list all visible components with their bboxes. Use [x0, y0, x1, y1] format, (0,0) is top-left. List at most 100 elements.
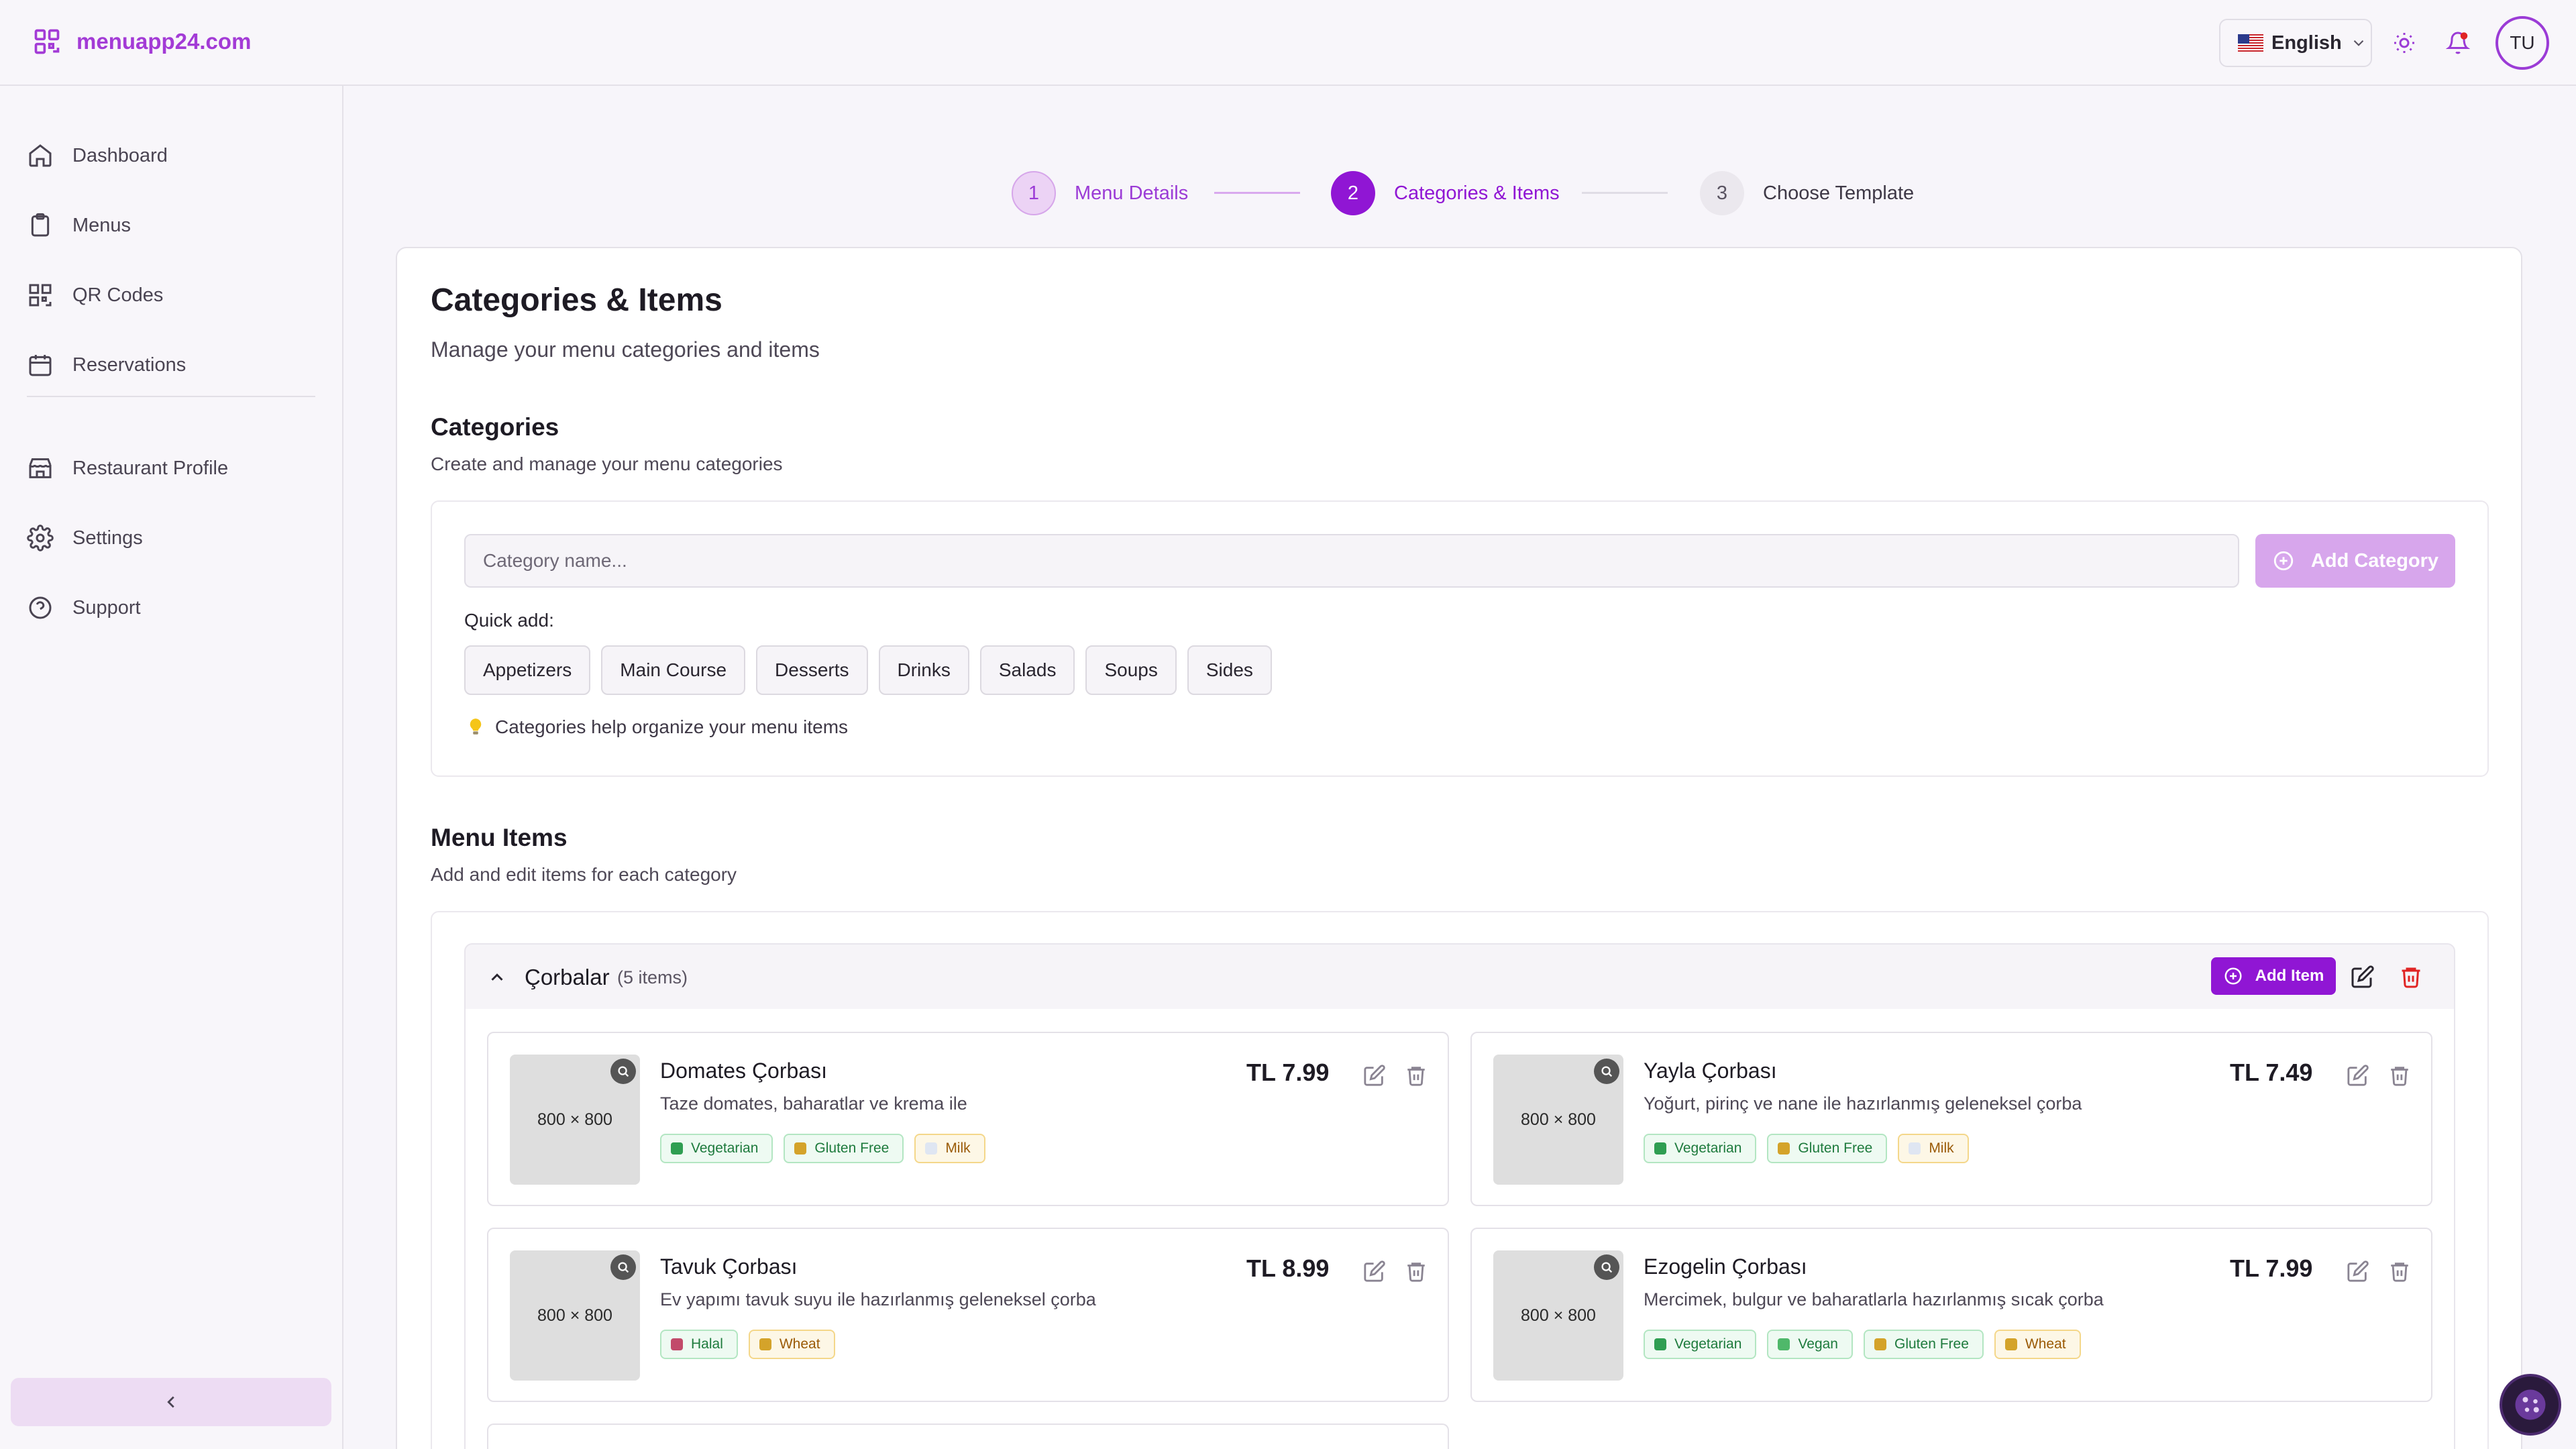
edit-icon[interactable] — [1363, 1260, 1386, 1283]
add-item-label: Add Item — [2255, 967, 2324, 985]
item-tags: Vegetarian Gluten Free Milk — [1644, 1134, 1969, 1163]
category-name-input[interactable] — [464, 534, 2239, 588]
tag-vegetarian: Vegetarian — [1644, 1330, 1757, 1359]
sidebar-collapse-button[interactable] — [11, 1378, 331, 1426]
menu-item-card[interactable]: 800 × 800 Tavuk Çorbası Ev yapımı tavuk … — [487, 1228, 1449, 1402]
chevron-up-icon[interactable] — [487, 967, 507, 987]
menu-item-card[interactable]: 800 × 800 Yayla Çorbası Yoğurt, pirinç v… — [1470, 1032, 2432, 1206]
halal-icon — [671, 1338, 683, 1350]
menu-items-subtitle: Add and edit items for each category — [431, 864, 737, 885]
logo[interactable]: menuapp24.com — [32, 27, 251, 56]
item-tags: Vegetarian Gluten Free Milk — [660, 1134, 985, 1163]
page-subtitle: Manage your menu categories and items — [431, 337, 820, 362]
theme-toggle[interactable] — [2390, 28, 2419, 58]
quick-add-sides[interactable]: Sides — [1187, 645, 1272, 695]
item-image-placeholder[interactable]: 800 × 800 — [1493, 1250, 1623, 1381]
menu-item-card[interactable]: 800 × 800 Domates Çorbası Taze domates, … — [487, 1032, 1449, 1206]
sidebar-item-label: Settings — [72, 527, 143, 549]
step-menu-details[interactable]: 1 Menu Details — [1012, 170, 1188, 216]
step-connector — [1214, 192, 1300, 194]
notifications-button[interactable] — [2443, 28, 2473, 58]
language-select[interactable]: English — [2219, 19, 2372, 67]
tag-label: Milk — [1929, 1140, 1954, 1156]
item-description: Yoğurt, pirinç ve nane ile hazırlanmış g… — [1644, 1093, 2082, 1114]
sprout-icon — [1778, 1338, 1790, 1350]
tag-label: Halal — [691, 1336, 723, 1352]
sidebar-item-label: Restaurant Profile — [72, 457, 229, 479]
zoom-icon[interactable] — [610, 1254, 636, 1280]
tag-label: Gluten Free — [1894, 1336, 1969, 1352]
category-group-header[interactable] — [464, 943, 2455, 1010]
zoom-icon[interactable] — [1594, 1254, 1619, 1280]
category-item-count: (5 items) — [617, 967, 688, 987]
trash-icon[interactable] — [1405, 1260, 1428, 1283]
wheat-icon — [794, 1142, 807, 1155]
menu-item-card[interactable] — [487, 1424, 1449, 1449]
sidebar-item-qr-codes[interactable]: QR Codes — [27, 275, 163, 315]
home-icon — [29, 144, 52, 167]
tag-gluten-free: Gluten Free — [1864, 1330, 1984, 1359]
quick-add-desserts[interactable]: Desserts — [756, 645, 868, 695]
quick-add-soups[interactable]: Soups — [1085, 645, 1177, 695]
help-circle-icon — [29, 596, 52, 619]
avatar[interactable]: TU — [2496, 16, 2549, 70]
tag-gluten-free: Gluten Free — [784, 1134, 904, 1163]
quick-add-label: Quick add: — [464, 610, 554, 631]
edit-category-icon[interactable] — [2351, 965, 2375, 989]
step-label: Choose Template — [1763, 182, 1915, 204]
tag-label: Wheat — [779, 1336, 820, 1352]
trash-icon[interactable] — [2388, 1260, 2411, 1283]
item-image-placeholder[interactable]: 800 × 800 — [510, 1250, 640, 1381]
edit-icon[interactable] — [1363, 1064, 1386, 1087]
qr-code-icon — [29, 284, 52, 307]
sidebar-item-settings[interactable]: Settings — [27, 518, 143, 558]
tag-label: Vegetarian — [691, 1140, 759, 1156]
add-category-button[interactable]: Add Category — [2255, 534, 2455, 588]
milk-icon — [925, 1142, 938, 1155]
quick-add-drinks[interactable]: Drinks — [878, 645, 969, 695]
cookie-settings-button[interactable] — [2500, 1374, 2561, 1436]
quick-add-appetizers[interactable]: Appetizers — [464, 645, 591, 695]
tag-label: Wheat — [2025, 1336, 2066, 1352]
step-categories-items[interactable]: 2 Categories & Items — [1331, 170, 1560, 216]
item-name: Tavuk Çorbası — [660, 1254, 798, 1279]
tag-label: Vegetarian — [1674, 1336, 1742, 1352]
menu-items-title: Menu Items — [431, 824, 568, 851]
item-price: TL 7.99 — [1246, 1059, 1330, 1086]
sidebar-item-reservations[interactable]: Reservations — [27, 345, 186, 385]
sidebar-item-label: QR Codes — [72, 284, 164, 306]
item-tags: Vegetarian Vegan Gluten Free Wheat — [1644, 1330, 2081, 1359]
item-price: TL 8.99 — [1246, 1254, 1330, 1282]
delete-category-icon[interactable] — [2399, 965, 2423, 989]
item-price: TL 7.99 — [2230, 1254, 2313, 1282]
item-description: Taze domates, baharatlar ve krema ile — [660, 1093, 967, 1114]
edit-icon[interactable] — [2347, 1260, 2369, 1283]
step-connector — [1582, 192, 1668, 194]
step-label: Menu Details — [1075, 182, 1189, 204]
sidebar-item-support[interactable]: Support — [27, 588, 141, 628]
sidebar-item-label: Dashboard — [72, 144, 168, 166]
tag-halal: Halal — [660, 1330, 738, 1359]
trash-icon[interactable] — [1405, 1064, 1428, 1087]
quick-add-main-course[interactable]: Main Course — [601, 645, 746, 695]
menu-item-card[interactable]: 800 × 800 Ezogelin Çorbası Mercimek, bul… — [1470, 1228, 2432, 1402]
edit-icon[interactable] — [2347, 1064, 2369, 1087]
sidebar-item-menus[interactable]: Menus — [27, 205, 131, 246]
category-name: Çorbalar — [525, 965, 610, 989]
item-image-placeholder[interactable]: 800 × 800 — [510, 1055, 640, 1185]
chevron-down-icon — [2353, 40, 2364, 46]
zoom-icon[interactable] — [1594, 1059, 1619, 1084]
trash-icon[interactable] — [2388, 1064, 2411, 1087]
item-image-placeholder[interactable]: 800 × 800 — [1493, 1055, 1623, 1185]
item-description: Ev yapımı tavuk suyu ile hazırlanmış gel… — [660, 1289, 1096, 1309]
categories-subtitle: Create and manage your menu categories — [431, 453, 783, 474]
quick-add-salads[interactable]: Salads — [979, 645, 1075, 695]
hint-text: Categories help organize your menu items — [495, 716, 849, 737]
image-size-label: 800 × 800 — [1521, 1305, 1596, 1325]
step-choose-template[interactable]: 3 Choose Template — [1700, 170, 1914, 216]
add-item-button[interactable]: Add Item — [2211, 957, 2336, 995]
zoom-icon[interactable] — [610, 1059, 636, 1084]
sidebar-item-restaurant-profile[interactable]: Restaurant Profile — [27, 448, 228, 488]
sidebar-item-dashboard[interactable]: Dashboard — [27, 136, 168, 176]
tag-label: Gluten Free — [1798, 1140, 1873, 1156]
